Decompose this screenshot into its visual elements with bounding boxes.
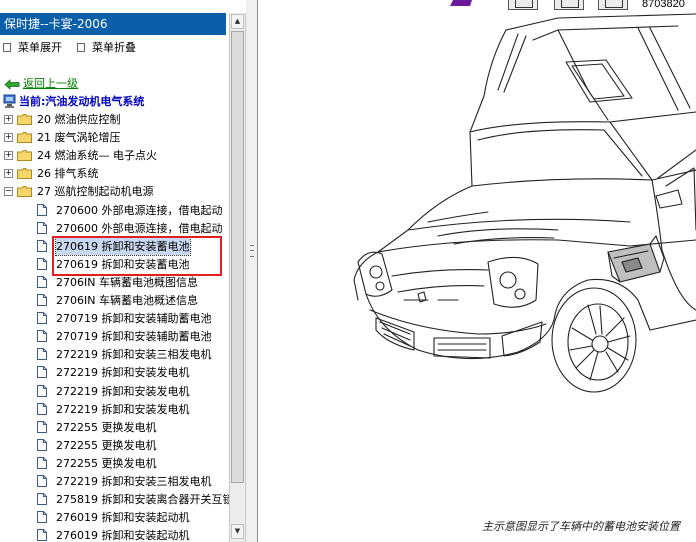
expand-icon[interactable]: + [4,151,13,161]
tree-document-label: 276019 拆卸和安装起动机 [56,511,190,525]
expand-icon[interactable]: + [4,169,13,179]
expand-all-button[interactable]: 菜单展开 [3,40,62,56]
document-icon [37,294,47,306]
expand-icon[interactable]: + [4,133,13,143]
document-icon [37,221,47,234]
tree-document-item[interactable]: 272255 更换发电机 [0,419,228,436]
tree-document-label: 272219 拆卸和安装发电机 [56,402,190,416]
computer-icon [3,94,16,108]
scroll-down-button[interactable]: ▼ [231,524,244,539]
vehicle-illustration [353,13,696,393]
tree-document-label: 272255 更换发电机 [56,438,157,452]
document-icon [37,456,47,469]
document-icon [37,366,47,379]
tree-folder-item[interactable]: +21 废气涡轮增压 [0,129,228,146]
tree-document-item[interactable]: 270719 拆卸和安装辅助蓄电池 [0,310,228,327]
expand-icon[interactable]: + [4,115,13,124]
tree-folder-label: 26 排气系统 [37,167,99,181]
document-icon [37,420,47,433]
document-icon [37,275,47,288]
back-link[interactable]: 返回上一级 [23,75,78,92]
tree-document-item[interactable]: 272255 更换发电机 [0,437,228,454]
document-icon [37,529,47,542]
tree-folder-item[interactable]: +26 排气系统 [0,165,228,182]
document-icon [37,203,47,216]
tree-folder-label: 27 巡航控制起动机电源 [37,185,154,199]
back-link-row[interactable]: 返回上一级 [0,75,228,92]
tree-document-label: 270719 拆卸和安装辅助蓄电池 [56,312,212,326]
tree-document-item[interactable]: 270600 外部电源连接，借电起动 [0,220,228,237]
document-icon [37,330,47,343]
tree-folder-item[interactable]: − 27 巡航控制起动机电源 [0,183,228,200]
tree-document-item[interactable]: 272255 更换发电机 [0,455,228,472]
tree-document-item[interactable]: 276019 拆卸和安装起动机 [0,527,228,542]
tree-document-label: 272219 拆卸和安装发电机 [56,366,190,380]
folder-icon [17,150,32,162]
panel-title: 保时捷--卡宴-2006 [0,13,226,35]
collapse-all-button[interactable]: 菜单折叠 [77,40,136,56]
tree-document-label: 272255 更换发电机 [56,456,157,470]
navigation-panel: 保时捷--卡宴-2006 菜单展开 菜单折叠 返回上一级 当前:汽油发动机电气系… [0,0,230,542]
tree-document-label: 272255 更换发电机 [56,420,157,434]
back-arrow-icon [4,79,20,90]
tree-document-item[interactable]: 276019 拆卸和安装起动机 [0,509,228,526]
tree-document-label: 275819 拆卸和安装离合器开关互锁 [56,493,230,507]
tree-toolbar: 菜单展开 菜单折叠 [0,40,228,56]
panel-splitter[interactable] [246,0,258,542]
highlight-box [52,236,222,276]
document-icon [37,312,47,325]
document-viewer: 8703820 主示意图显示了车辆中的蓄电池安装位置 [258,0,696,542]
tree-folder-item[interactable]: +20 燃油供应控制 [0,111,228,128]
tree-document-label: 270600 外部电源连接，借电起动 [56,221,223,235]
document-icon [37,511,47,524]
tree-folder-label: 21 废气涡轮增压 [37,131,121,145]
tree-document-item[interactable]: 272219 拆卸和安装发电机 [0,383,228,400]
current-location-row: 当前:汽油发动机电气系统 [0,93,228,110]
tree-document-label: 2706IN 车辆蓄电池概述信息 [56,294,198,307]
tree-document-item[interactable]: 2706IN 车辆蓄电池概图信息 [0,274,228,291]
tree-document-item[interactable]: 270719 拆卸和安装辅助蓄电池 [0,328,228,345]
tree-document-label: 2706IN 车辆蓄电池概图信息 [56,275,198,289]
tree-folder-label: 24 燃油系统— 电子点火 [37,149,157,163]
tree-document-item[interactable]: 270600 外部电源连接，借电起动 [0,202,228,219]
tree-document-item[interactable]: 272219 拆卸和安装三相发电机 [0,473,228,490]
tree-folder-label: 20 燃油供应控制 [37,113,121,126]
tree-document-label: 270600 外部电源连接，借电起动 [56,203,223,217]
document-icon [37,475,47,487]
tree-document-label: 270719 拆卸和安装辅助蓄电池 [56,330,212,344]
menu-icon [3,43,11,52]
document-icon [37,384,47,397]
figure-caption: 主示意图显示了车辆中的蓄电池安装位置 [482,520,680,533]
tree-document-item[interactable]: 2706IN 车辆蓄电池概述信息 [0,292,228,309]
document-icon [37,348,47,361]
tree-document-item[interactable]: 272219 拆卸和安装发电机 [0,364,228,381]
tree-document-label: 272219 拆卸和安装三相发电机 [56,475,212,488]
document-icon [37,493,47,506]
splitter-grip-icon [250,245,254,257]
folder-icon [17,168,32,180]
scroll-thumb[interactable] [231,31,244,483]
document-icon [37,402,47,415]
document-icon [37,438,47,451]
folder-icon [17,114,32,125]
scroll-up-button[interactable]: ▲ [231,14,244,29]
tree-scrollbar[interactable]: ▲ ▼ [229,13,246,542]
current-path: 当前:汽油发动机电气系统 [19,95,145,108]
folder-icon [17,132,32,144]
tree-document-item[interactable]: 272219 拆卸和安装三相发电机 [0,346,228,363]
tree-folder-item[interactable]: +24 燃油系统— 电子点火 [0,147,228,164]
tree-document-label: 272219 拆卸和安装三相发电机 [56,348,212,362]
document-icon [37,257,47,270]
tree-document-label: 276019 拆卸和安装起动机 [56,529,190,542]
tree-document-item[interactable]: 272219 拆卸和安装发电机 [0,401,228,418]
tree-document-label: 272219 拆卸和安装发电机 [56,384,190,398]
folder-icon [17,186,32,198]
collapse-icon[interactable]: − [4,187,13,197]
tree-document-item[interactable]: 275819 拆卸和安装离合器开关互锁 [0,491,230,508]
document-icon [37,239,47,252]
menu-icon [77,43,85,52]
